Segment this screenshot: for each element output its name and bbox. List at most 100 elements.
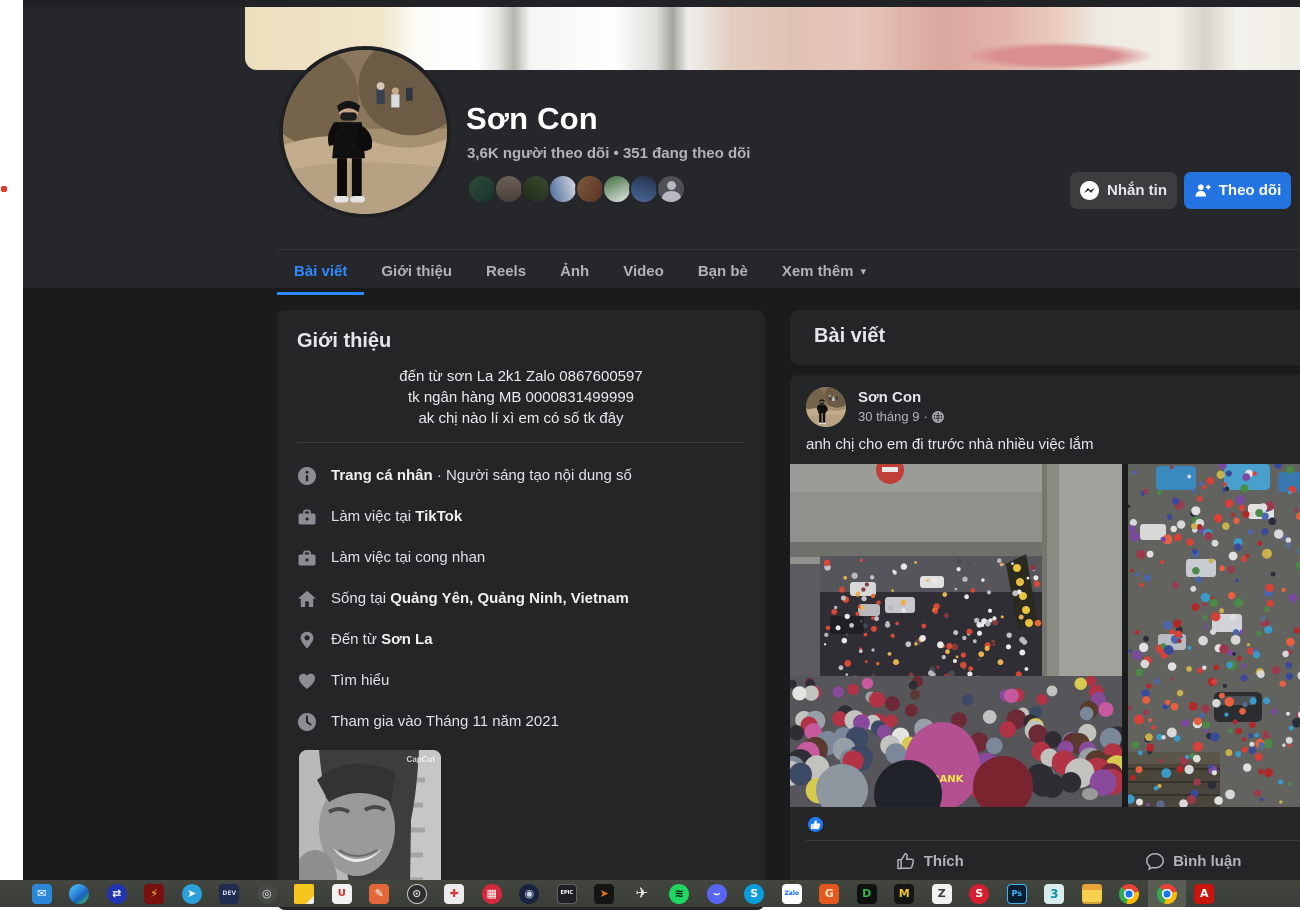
intro-item: Đến từ Sơn La: [297, 619, 745, 660]
message-button[interactable]: Nhắn tin: [1070, 172, 1177, 209]
intro-item-link[interactable]: Quảng Yên, Quảng Ninh, Vietnam: [390, 590, 629, 607]
tab-video[interactable]: Video: [606, 250, 681, 295]
intro-item-text: Tham gia vào Tháng 11 năm 2021: [331, 713, 559, 730]
dev-cpp-icon[interactable]: DEV: [211, 880, 249, 907]
follower-avatar[interactable]: [575, 174, 605, 204]
like-reaction-badge[interactable]: [806, 815, 825, 834]
sticky-notes-icon[interactable]: [286, 880, 324, 907]
post-text: anh chị cho em đi trước nhà nhiều việc l…: [790, 427, 1300, 455]
war-thunder-icon[interactable]: ✈: [623, 880, 661, 907]
heart-icon: [297, 671, 317, 691]
follower-avatar[interactable]: [629, 174, 659, 204]
mail-icon[interactable]: ✉: [23, 880, 61, 907]
edge-browser-icon[interactable]: [61, 880, 99, 907]
posts-section-card: Bài viết: [790, 310, 1300, 365]
tab-ảnh[interactable]: Ảnh: [543, 250, 606, 295]
intro-details-list: Trang cá nhân · Người sáng tạo nội dung …: [297, 455, 745, 742]
post-meta[interactable]: 30 tháng 9 ·: [858, 409, 944, 424]
epic-games-icon[interactable]: EPIC: [548, 880, 586, 907]
page-title: Sơn Con: [466, 101, 598, 137]
posts-section-title: Bài viết: [814, 325, 1300, 348]
message-button-label: Nhắn tin: [1107, 182, 1167, 199]
intro-bio-line: tk ngân hàng MB 0000831499999: [297, 387, 745, 408]
intro-item-post: · Người sáng tạo nội dung số: [433, 467, 632, 484]
s-app-icon[interactable]: S: [961, 880, 999, 907]
telegram-icon[interactable]: ➤: [173, 880, 211, 907]
divider: [297, 442, 745, 443]
taskbar: ✉⇄⚡➤DEV◎U✎⊙✚▦◉EPIC➤✈≋⌣SZaloGDMZSPs3A: [0, 880, 1300, 907]
follower-avatar-placeholder[interactable]: [656, 174, 686, 204]
tab-giới-thiệu[interactable]: Giới thiệu: [364, 250, 469, 295]
briefcase-icon: [297, 548, 317, 568]
teamviewer-icon[interactable]: ⇄: [98, 880, 136, 907]
tab-label: Giới thiệu: [381, 263, 452, 280]
tab-reels[interactable]: Reels: [469, 250, 543, 295]
post-author-avatar[interactable]: [806, 387, 846, 427]
file-explorer-glyph: [1082, 884, 1102, 904]
chrome-icon[interactable]: [1111, 880, 1149, 907]
like-button[interactable]: Thích: [798, 844, 1062, 878]
follower-avatar[interactable]: [521, 174, 551, 204]
3ds-max-icon[interactable]: 3: [1036, 880, 1074, 907]
zalo-glyph: Zalo: [782, 884, 802, 904]
garena-icon[interactable]: G: [811, 880, 849, 907]
tab-bài-viết[interactable]: Bài viết: [277, 250, 364, 295]
zbrush-icon[interactable]: Z: [923, 880, 961, 907]
skype-icon[interactable]: S: [736, 880, 774, 907]
post-image-grid: A BANK: [790, 464, 1300, 807]
post-photo-1[interactable]: A BANK: [790, 464, 1122, 807]
post-date: 30 tháng 9: [858, 409, 919, 424]
m-app-icon[interactable]: M: [886, 880, 924, 907]
arrow-app-icon[interactable]: ➤: [586, 880, 624, 907]
follow-button[interactable]: Theo dõi: [1184, 172, 1291, 209]
followers-count[interactable]: 3,6K người theo dõi • 351 đang theo dõi: [467, 145, 750, 162]
photoshop-icon[interactable]: Ps: [998, 880, 1036, 907]
tab-label: Bài viết: [294, 263, 347, 280]
intro-item-text: Sống tại Quảng Yên, Quảng Ninh, Vietnam: [331, 590, 629, 607]
zalo-icon[interactable]: Zalo: [773, 880, 811, 907]
bank-app-glyph: ▦: [482, 884, 502, 904]
intro-item-link[interactable]: Trang cá nhân: [331, 467, 433, 484]
post-photo-2[interactable]: [1128, 464, 1300, 807]
intro-item-link[interactable]: Sơn La: [381, 631, 433, 648]
intro-item-text: Làm việc tại TikTok: [331, 508, 462, 525]
epic-games-glyph: EPIC: [557, 884, 577, 904]
quick-assist-icon[interactable]: ◎: [248, 880, 286, 907]
draw-tool-icon[interactable]: ✎: [361, 880, 399, 907]
profile-tabs: Bài viết Giới thiệu Reels ẢnhVideoBạn bèXem…: [277, 249, 1300, 295]
capcut-watermark: CapCut: [407, 755, 435, 764]
follower-avatar[interactable]: [602, 174, 632, 204]
ui-tool-icon[interactable]: U: [323, 880, 361, 907]
comment-button[interactable]: Bình luận: [1062, 844, 1300, 878]
spotify-icon[interactable]: ≋: [661, 880, 699, 907]
profile-picture[interactable]: [279, 46, 451, 218]
telegram-glyph: ➤: [182, 884, 202, 904]
location-pin-icon: [297, 630, 317, 650]
follower-avatar[interactable]: [467, 174, 497, 204]
steam-icon[interactable]: ◉: [511, 880, 549, 907]
intro-item: Làm việc tại cong nhan: [297, 537, 745, 578]
steam-glyph: ◉: [519, 884, 539, 904]
tab-bạn-bè[interactable]: Bạn bè: [681, 250, 765, 295]
intro-item: Trang cá nhân · Người sáng tạo nội dung …: [297, 455, 745, 496]
post-author-name[interactable]: Sơn Con: [858, 389, 944, 406]
acrobat-reader-icon[interactable]: A: [1186, 880, 1224, 907]
tab-label: Reels: [486, 263, 526, 280]
chrome-active-icon[interactable]: [1148, 880, 1186, 907]
obs-studio-icon[interactable]: ⊙: [398, 880, 436, 907]
follower-avatar[interactable]: [548, 174, 578, 204]
intro-item-link[interactable]: TikTok: [415, 508, 462, 525]
gutter-red-mark: [1, 186, 7, 192]
d-shield-app-icon[interactable]: D: [848, 880, 886, 907]
draw-tool-glyph: ✎: [369, 884, 389, 904]
intro-video-thumbnail[interactable]: CapCut: [299, 750, 441, 895]
desktop-gutter: [0, 0, 23, 907]
discord-icon[interactable]: ⌣: [698, 880, 736, 907]
peripheral-tool-icon[interactable]: ✚: [436, 880, 474, 907]
bank-app-icon[interactable]: ▦: [473, 880, 511, 907]
flash-tool-icon[interactable]: ⚡: [136, 880, 174, 907]
tab-xem-thêm[interactable]: Xem thêm▾: [765, 250, 883, 295]
file-explorer-icon[interactable]: [1073, 880, 1111, 907]
intro-item-pre: Sống tại: [331, 590, 390, 607]
follower-avatar[interactable]: [494, 174, 524, 204]
